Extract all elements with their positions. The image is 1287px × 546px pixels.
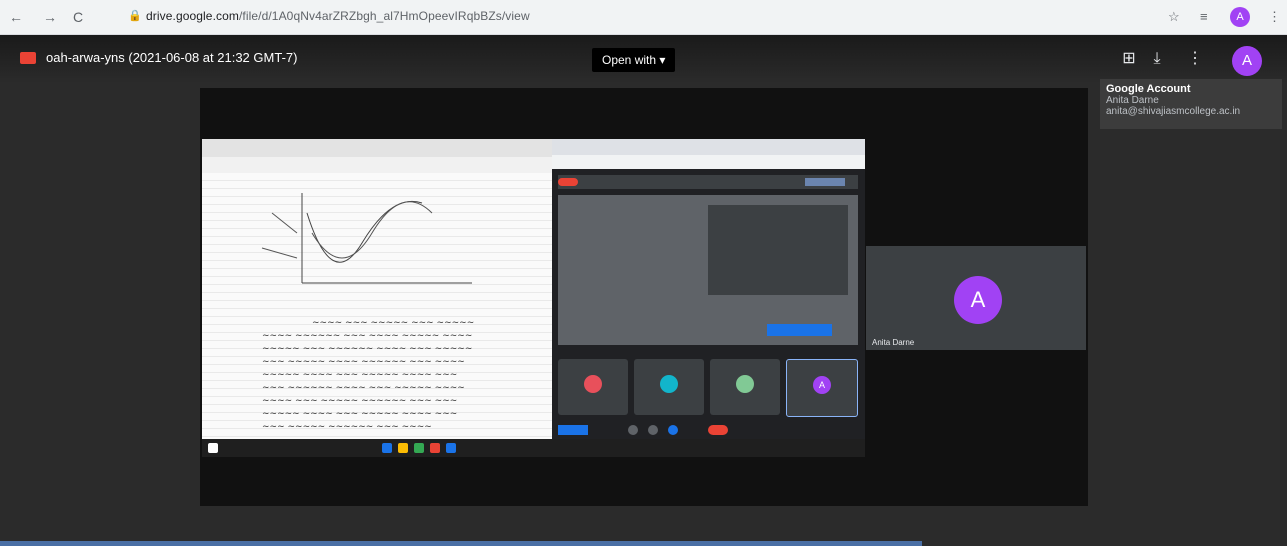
taskbar-app-icon	[414, 443, 424, 453]
browser-menu-icon[interactable]: ⋮	[1268, 6, 1281, 28]
participant-tile	[710, 359, 780, 415]
note-line: ~~~~ ~~~ ~~~~~ ~~~~~~ ~~~ ~~~	[262, 396, 458, 406]
participant-tile	[634, 359, 704, 415]
note-line: ~~~~ ~~~~~~ ~~~ ~~~~ ~~~~~ ~~~~	[262, 331, 473, 341]
account-email: anita@shivajiasmcollege.ac.in	[1106, 106, 1241, 117]
participant-avatar-icon	[584, 375, 602, 393]
meet-controls	[558, 423, 858, 437]
windows-start-icon	[208, 443, 218, 453]
camera-icon	[648, 425, 658, 435]
add-comment-icon[interactable]: ⊞	[1118, 48, 1140, 70]
extensions-icon[interactable]: ≡	[1200, 6, 1208, 28]
account-avatar[interactable]: A	[1232, 46, 1262, 76]
browser-toolbar: ← → C 🔒 drive.google.com/file/d/1A0qNv4a…	[0, 0, 1287, 35]
back-arrow-icon[interactable]: ←	[8, 9, 24, 25]
participant-avatar-self: A	[813, 376, 831, 394]
note-line: ~~~~~ ~~~ ~~~~~~ ~~~~ ~~~ ~~~~~	[262, 344, 473, 354]
meet-details-button	[558, 425, 588, 435]
lock-icon: 🔒	[128, 10, 142, 22]
handwritten-graph	[261, 193, 472, 284]
url-path: /file/d/1A0qNv4arZRZbgh_al7HmOpeevIRqbBZ…	[238, 9, 530, 23]
taskbar-app-icon	[382, 443, 392, 453]
present-now-button	[767, 324, 832, 336]
mic-icon	[628, 425, 638, 435]
video-file-icon	[20, 52, 36, 64]
handwritten-notes: ~~~~ ~~~ ~~~~~ ~~~ ~~~~~ ~~~~ ~~~~~~ ~~~…	[202, 173, 552, 443]
more-options-icon[interactable]: ⋮	[1184, 48, 1206, 70]
account-name: Anita Darne	[1106, 95, 1159, 106]
reload-icon[interactable]: C	[70, 9, 86, 25]
video-progress-bar[interactable]	[0, 541, 922, 546]
note-line: ~~~~~ ~~~~ ~~~ ~~~~~ ~~~~ ~~~	[262, 370, 458, 380]
participant-avatar-icon	[736, 375, 754, 393]
account-tooltip: Google Account Anita Darne anita@shivaji…	[1100, 79, 1282, 129]
participant-name: Anita Darne	[872, 338, 915, 347]
download-icon[interactable]: ⤓	[1146, 48, 1168, 70]
participant-avatar: A	[954, 276, 1002, 324]
note-line: ~~~ ~~~~~ ~~~~ ~~~~~~ ~~~ ~~~~	[262, 357, 465, 367]
account-tooltip-title: Google Account	[1106, 83, 1191, 95]
participant-tile-self: A	[786, 359, 858, 417]
meet-browser-tabs	[552, 139, 865, 155]
meet-window: A	[552, 139, 865, 457]
profile-avatar-small[interactable]: A	[1230, 7, 1250, 27]
participant-avatar-icon	[660, 375, 678, 393]
notebook-window: ~~~~ ~~~ ~~~~~ ~~~ ~~~~~ ~~~~ ~~~~~~ ~~~…	[202, 139, 552, 457]
address-bar[interactable]: drive.google.com/file/d/1A0qNv4arZRZbgh_…	[146, 9, 530, 23]
nested-presentation	[708, 205, 848, 295]
windows-taskbar	[202, 439, 865, 457]
forward-arrow-icon[interactable]: →	[42, 9, 58, 25]
note-line: ~~~~ ~~~ ~~~~~ ~~~ ~~~~~	[312, 318, 475, 328]
taskbar-app-icon	[398, 443, 408, 453]
shared-screen: ~~~~ ~~~ ~~~~~ ~~~ ~~~~~ ~~~~ ~~~~~~ ~~~…	[202, 139, 865, 457]
url-domain: drive.google.com	[146, 9, 239, 23]
record-icon	[558, 178, 578, 186]
file-title: oah-arwa-yns (2021-06-08 at 21:32 GMT-7)	[46, 50, 298, 65]
present-icon	[668, 425, 678, 435]
bookmark-star-icon[interactable]: ☆	[1168, 6, 1180, 28]
stop-presenting-button	[805, 178, 845, 186]
notebook-toolbar	[202, 157, 552, 174]
taskbar-app-icon	[446, 443, 456, 453]
taskbar-app-icon	[430, 443, 440, 453]
meet-participant-tiles: A	[558, 359, 858, 417]
note-line: ~~~ ~~~~~~ ~~~~ ~~~ ~~~~~ ~~~~	[262, 383, 465, 393]
note-line: ~~~ ~~~~~ ~~~~~~ ~~~ ~~~~	[262, 422, 432, 432]
note-line: ~~~~~ ~~~~ ~~~ ~~~~~ ~~~~ ~~~	[262, 409, 458, 419]
meet-address-bar	[552, 155, 865, 169]
notebook-browser-tabs	[202, 139, 552, 157]
participant-tile	[558, 359, 628, 415]
end-call-icon	[708, 425, 728, 435]
open-with-button[interactable]: Open with ▾	[592, 48, 676, 72]
meet-presentation-view	[558, 195, 858, 345]
